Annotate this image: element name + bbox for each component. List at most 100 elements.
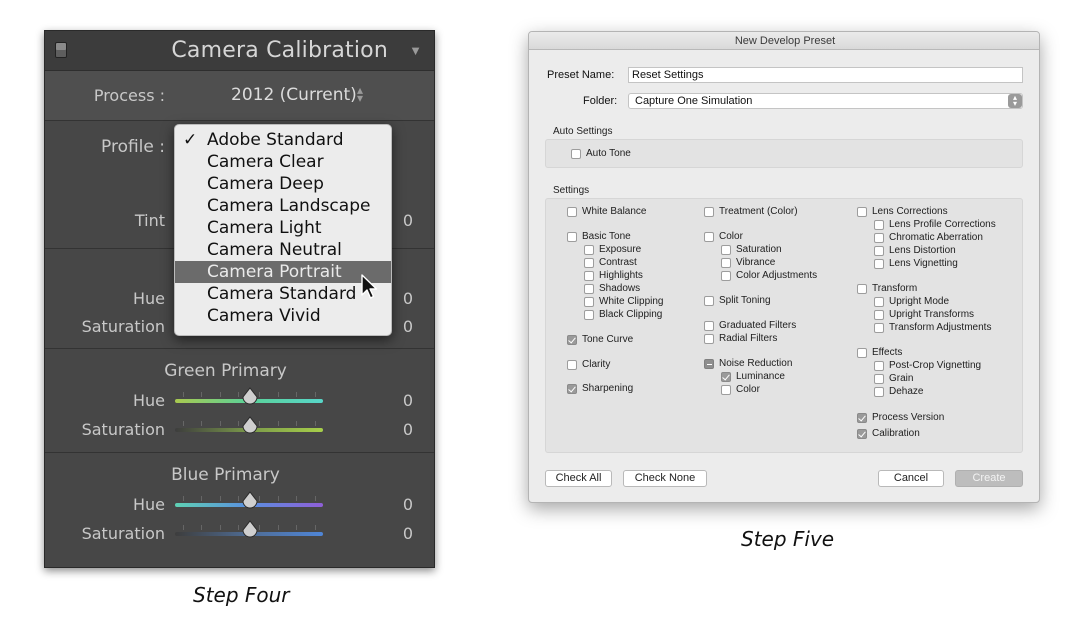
white-balance-label: White Balance	[582, 206, 647, 217]
menu-item-camera-landscape[interactable]: Camera Landscape	[175, 195, 391, 217]
blue-hue-value[interactable]: 0	[393, 495, 413, 514]
chromatic-aberration-checkbox[interactable]	[874, 233, 884, 243]
luminance-checkbox[interactable]	[721, 372, 731, 382]
menu-item-camera-clear[interactable]: Camera Clear	[175, 151, 391, 173]
green-hue-label: Hue	[132, 391, 165, 410]
exposure-checkbox[interactable]	[584, 245, 594, 255]
contrast-checkbox[interactable]	[584, 258, 594, 268]
red-saturation-value[interactable]: 0	[393, 317, 413, 336]
green-primary-title: Green Primary	[164, 361, 287, 381]
check-none-button[interactable]: Check None	[623, 470, 707, 487]
white-balance-checkbox[interactable]	[567, 207, 577, 217]
green-saturation-label: Saturation	[81, 420, 165, 439]
saturation-checkbox[interactable]	[721, 245, 731, 255]
white-clipping-checkbox[interactable]	[584, 297, 594, 307]
auto-tone-checkbox[interactable]	[571, 149, 581, 159]
tone-curve-checkbox[interactable]	[567, 335, 577, 345]
treatment-label: Treatment (Color)	[719, 206, 798, 217]
panel-header[interactable]: Camera Calibration ▼	[45, 31, 434, 71]
vibrance-checkbox[interactable]	[721, 258, 731, 268]
split-toning-checkbox[interactable]	[704, 296, 714, 306]
select-arrows-icon[interactable]: ▴ ▾	[1008, 94, 1022, 108]
cancel-button[interactable]: Cancel	[878, 470, 944, 487]
lens-vignetting-checkbox[interactable]	[874, 259, 884, 269]
luminance-label: Luminance	[736, 371, 785, 382]
transform-label: Transform	[872, 283, 918, 294]
color-label: Color	[719, 231, 743, 242]
green-hue-value[interactable]: 0	[393, 391, 413, 410]
process-select[interactable]: 2012 (Current)	[231, 85, 357, 105]
menu-item-camera-light[interactable]: Camera Light	[175, 217, 391, 239]
transform-adjustments-checkbox[interactable]	[874, 323, 884, 333]
blue-primary-title: Blue Primary	[171, 465, 280, 485]
check-all-button[interactable]: Check All	[545, 470, 612, 487]
color-adjustments-checkbox[interactable]	[721, 271, 731, 281]
auto-settings-title: Auto Settings	[553, 126, 613, 137]
menu-item-camera-deep[interactable]: Camera Deep	[175, 173, 391, 195]
menu-item-camera-vivid[interactable]: Camera Vivid	[175, 305, 391, 327]
tint-value[interactable]: 0	[393, 211, 413, 230]
preset-name-label: Preset Name:	[547, 69, 615, 81]
grain-checkbox[interactable]	[874, 374, 884, 384]
tone-curve-label: Tone Curve	[582, 334, 634, 345]
graduated-filters-checkbox[interactable]	[704, 321, 714, 331]
red-saturation-label: Saturation	[81, 317, 165, 336]
highlights-label: Highlights	[599, 270, 643, 281]
blue-saturation-label: Saturation	[81, 524, 165, 543]
radial-filters-label: Radial Filters	[719, 333, 778, 344]
create-button[interactable]: Create	[955, 470, 1023, 487]
dehaze-checkbox[interactable]	[874, 387, 884, 397]
transform-checkbox[interactable]	[857, 284, 867, 294]
exposure-label: Exposure	[599, 244, 642, 255]
black-clipping-label: Black Clipping	[599, 309, 663, 320]
collapse-triangle-icon[interactable]: ▼	[409, 43, 422, 58]
highlights-checkbox[interactable]	[584, 271, 594, 281]
effects-checkbox[interactable]	[857, 348, 867, 358]
treatment-checkbox[interactable]	[704, 207, 714, 217]
upright-mode-checkbox[interactable]	[874, 297, 884, 307]
step-four-caption: Step Four	[193, 583, 290, 607]
basic-tone-checkbox[interactable]	[567, 232, 577, 242]
green-saturation-value[interactable]: 0	[393, 420, 413, 439]
chromatic-aberration-label: Chromatic Aberration	[889, 232, 983, 243]
dehaze-label: Dehaze	[889, 386, 924, 397]
calibration-checkbox[interactable]	[857, 429, 867, 439]
lens-distortion-checkbox[interactable]	[874, 246, 884, 256]
camera-calibration-panel: Camera Calibration ▼ Process : 2012 (Cur…	[44, 30, 435, 568]
menu-item-camera-standard[interactable]: Camera Standard	[175, 283, 391, 305]
step-five-caption: Step Five	[741, 527, 835, 551]
red-hue-label: Hue	[132, 289, 165, 308]
lens-corrections-checkbox[interactable]	[857, 207, 867, 217]
radial-filters-checkbox[interactable]	[704, 334, 714, 344]
clarity-checkbox[interactable]	[567, 360, 577, 370]
calibration-label: Calibration	[872, 428, 920, 439]
lens-profile-label: Lens Profile Corrections	[889, 219, 996, 230]
color-adjustments-label: Color Adjustments	[736, 270, 818, 281]
graduated-filters-label: Graduated Filters	[719, 320, 797, 331]
menu-item-camera-portrait[interactable]: Camera Portrait	[175, 261, 391, 283]
red-hue-value[interactable]: 0	[393, 289, 413, 308]
sharpening-checkbox[interactable]	[567, 384, 577, 394]
process-version-checkbox[interactable]	[857, 413, 867, 423]
panel-title: Camera Calibration	[171, 38, 388, 63]
grain-label: Grain	[889, 373, 914, 384]
upright-transforms-checkbox[interactable]	[874, 310, 884, 320]
post-crop-vignetting-checkbox[interactable]	[874, 361, 884, 371]
folder-select[interactable]: Capture One Simulation	[628, 93, 1023, 109]
shadows-checkbox[interactable]	[584, 284, 594, 294]
menu-item-adobe-standard[interactable]: ✓ Adobe Standard	[175, 129, 391, 151]
transform-adjustments-label: Transform Adjustments	[889, 322, 992, 333]
blue-saturation-value[interactable]: 0	[393, 524, 413, 543]
nr-color-checkbox[interactable]	[721, 385, 731, 395]
preset-name-input[interactable]: Reset Settings	[628, 67, 1023, 83]
contrast-label: Contrast	[599, 257, 637, 268]
color-checkbox[interactable]	[704, 232, 714, 242]
new-develop-preset-dialog: New Develop Preset Preset Name: Reset Se…	[528, 31, 1040, 503]
updown-arrows-icon[interactable]: ▴ ▾	[357, 84, 363, 104]
noise-reduction-checkbox[interactable]	[704, 359, 714, 369]
panel-switch-icon[interactable]	[55, 42, 67, 58]
lens-corrections-label: Lens Corrections	[872, 206, 948, 217]
menu-item-camera-neutral[interactable]: Camera Neutral	[175, 239, 391, 261]
lens-profile-checkbox[interactable]	[874, 220, 884, 230]
black-clipping-checkbox[interactable]	[584, 310, 594, 320]
